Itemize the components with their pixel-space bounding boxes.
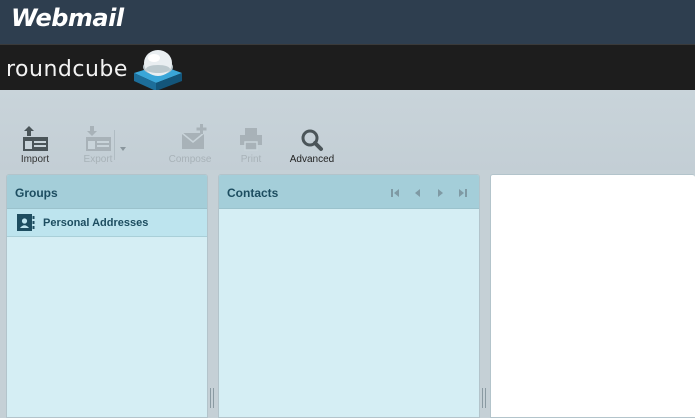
export-icon (86, 126, 111, 151)
webmail-brand: Webmail (11, 4, 124, 32)
top-header-bar: Webmail (0, 0, 695, 44)
group-label: Personal Addresses (43, 217, 149, 229)
contacts-splitter[interactable] (481, 388, 487, 408)
first-page-icon (391, 189, 399, 197)
export-dropdown-arrow[interactable] (114, 130, 128, 160)
export-button[interactable]: Export (78, 124, 118, 166)
contact-preview-panel (490, 174, 695, 418)
previous-page-icon (415, 189, 420, 197)
groups-panel: Groups Personal Addresses (6, 174, 208, 418)
last-page-icon (459, 189, 467, 197)
addressbook-icon (17, 214, 35, 231)
group-item-personal-addresses[interactable]: Personal Addresses (7, 209, 207, 237)
print-label: Print (240, 154, 262, 165)
last-page-button[interactable] (457, 187, 469, 199)
export-label: Export (83, 154, 113, 165)
compose-icon (181, 124, 207, 149)
groups-splitter[interactable] (209, 388, 215, 408)
advanced-label: Advanced (289, 154, 335, 165)
roundcube-logo-text: roundcube (6, 57, 128, 82)
print-icon (240, 128, 262, 151)
advanced-search-button[interactable]: Advanced (289, 124, 335, 166)
roundcube-logo-icon (134, 50, 182, 91)
first-page-button[interactable] (389, 187, 401, 199)
compose-label: Compose (168, 154, 212, 165)
next-page-icon (438, 189, 443, 197)
import-button[interactable]: Import (20, 124, 50, 166)
contacts-title: Contacts (227, 186, 279, 200)
toolbar: Import Export Compose Print Advanced (0, 90, 695, 170)
import-icon (23, 126, 48, 151)
import-label: Import (20, 154, 50, 165)
contacts-panel: Contacts (218, 174, 480, 418)
contacts-header: Contacts (219, 175, 479, 209)
groups-header: Groups (7, 175, 207, 209)
print-button[interactable]: Print (238, 124, 264, 166)
magnifier-icon (301, 129, 323, 151)
logo-bar: roundcube (0, 44, 695, 91)
next-page-button[interactable] (434, 187, 446, 199)
previous-page-button[interactable] (412, 187, 424, 199)
compose-button[interactable]: Compose (168, 124, 212, 166)
